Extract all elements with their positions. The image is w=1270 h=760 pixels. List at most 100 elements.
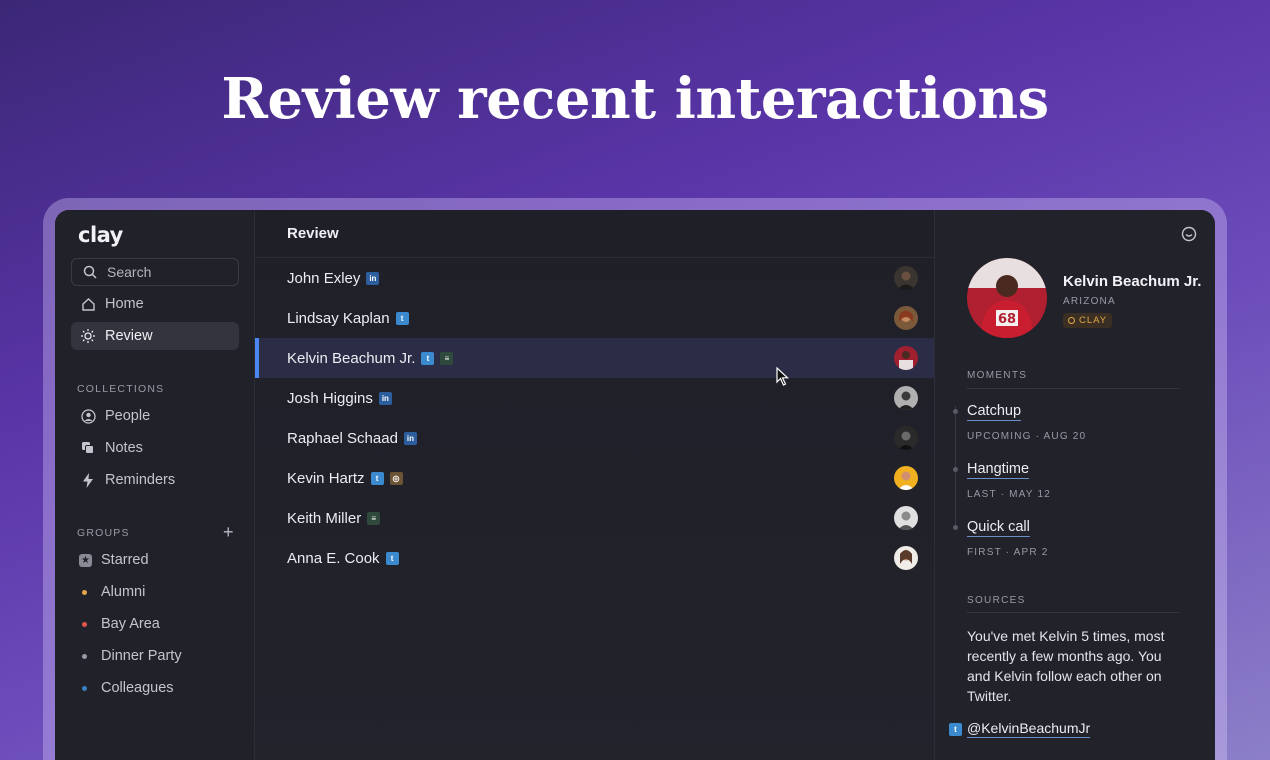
- list-item[interactable]: Keith Miller ≡: [255, 498, 934, 538]
- contact-name: Lindsay Kaplan: [287, 309, 390, 327]
- moment-link[interactable]: Catchup: [967, 403, 1022, 421]
- contact-location: ARIZONA: [1063, 296, 1116, 307]
- linkedin-icon: in: [366, 271, 380, 285]
- sidebar-item-label: Alumni: [101, 584, 146, 600]
- notes-icon: [80, 440, 96, 456]
- sidebar-item-reminders[interactable]: Reminders: [71, 466, 239, 494]
- twitter-handle-text: @KelvinBeachumJr: [967, 720, 1091, 738]
- moment-link[interactable]: Hangtime: [967, 461, 1030, 479]
- search-icon: [82, 264, 98, 280]
- sidebar-item-colleagues[interactable]: Colleagues: [71, 674, 239, 702]
- page-headline: Review recent interactions: [221, 66, 1049, 132]
- twitter-icon: t: [949, 722, 962, 736]
- collections-label: COLLECTIONS: [77, 383, 165, 395]
- moments-timeline: [955, 406, 956, 526]
- avatar: [894, 546, 918, 570]
- timeline-dot: [953, 409, 958, 414]
- sidebar-item-label: Starred: [101, 552, 149, 568]
- smile-icon[interactable]: [1179, 224, 1199, 244]
- linkedin-icon: in: [403, 431, 417, 445]
- list-item[interactable]: Raphael Schaad in: [255, 418, 934, 458]
- contact-name: Kelvin Beachum Jr.: [1063, 273, 1202, 290]
- twitter-icon: t: [421, 351, 435, 365]
- group-dot-icon: [82, 621, 87, 627]
- group-dot-icon: [82, 653, 87, 659]
- sidebar-item-label: Dinner Party: [101, 648, 182, 664]
- moments-label: MOMENTS: [967, 370, 1028, 381]
- clay-logo[interactable]: clay: [78, 223, 123, 247]
- timeline-dot: [953, 467, 958, 472]
- contact-avatar: 68: [967, 258, 1047, 338]
- avatar: [894, 426, 918, 450]
- list-item[interactable]: Josh Higgins in: [255, 378, 934, 418]
- sidebar-item-label: People: [105, 408, 151, 424]
- sidebar-item-dinner-party[interactable]: Dinner Party: [71, 642, 239, 670]
- contact-name: Kelvin Beachum Jr.: [287, 349, 416, 367]
- contact-name: John Exley: [287, 269, 361, 287]
- linkedin-icon: in: [378, 391, 392, 405]
- list-item[interactable]: John Exley in: [255, 258, 934, 298]
- avatar: [894, 466, 918, 490]
- person-icon: [80, 408, 96, 424]
- clay-tag-badge: CLAY: [1063, 313, 1113, 328]
- mouse-cursor-icon: [776, 367, 790, 386]
- search-input[interactable]: Search: [71, 258, 239, 286]
- twitter-icon: t: [395, 311, 409, 325]
- instagram-icon: ◎: [389, 471, 403, 485]
- sidebar-item-label: Reminders: [105, 472, 176, 488]
- sidebar-item-alumni[interactable]: Alumni: [71, 578, 239, 606]
- divider: [967, 612, 1180, 613]
- moment-date: UPCOMING · AUG 20: [967, 431, 1087, 442]
- sidebar-item-label: Home: [105, 296, 144, 312]
- group-dot-icon: [82, 685, 87, 691]
- database-icon: ≡: [367, 511, 381, 525]
- sidebar-item-home[interactable]: Home: [71, 290, 239, 318]
- contact-detail-panel: 68 Kelvin Beachum Jr. ARIZONA CLAY MOMEN…: [935, 210, 1215, 760]
- group-dot-icon: [82, 589, 87, 595]
- moment-link[interactable]: Quick call: [967, 519, 1030, 537]
- groups-label: GROUPS: [77, 527, 130, 539]
- avatar: [894, 306, 918, 330]
- moment-date: FIRST · APR 2: [967, 547, 1049, 558]
- star-icon: ★: [79, 553, 92, 567]
- sidebar-item-label: Bay Area: [101, 616, 160, 632]
- clay-tag-label: CLAY: [1079, 315, 1108, 326]
- divider: [967, 388, 1180, 389]
- add-group-icon[interactable]: +: [223, 523, 234, 541]
- sidebar-item-label: Review: [105, 328, 153, 344]
- sidebar-item-label: Colleagues: [101, 680, 174, 696]
- avatar: [894, 386, 918, 410]
- twitter-handle-link[interactable]: t @KelvinBeachumJr: [949, 720, 1091, 738]
- list-item[interactable]: Lindsay Kaplan t: [255, 298, 934, 338]
- contact-name: Josh Higgins: [287, 389, 373, 407]
- database-icon: ≡: [440, 351, 454, 365]
- list-item[interactable]: Anna E. Cook t: [255, 538, 934, 578]
- avatar: [894, 346, 918, 370]
- sidebar-item-review[interactable]: Review: [71, 322, 239, 350]
- svg-text:68: 68: [998, 312, 1016, 327]
- search-placeholder: Search: [107, 264, 152, 280]
- contact-name: Kevin Hartz: [287, 469, 365, 487]
- twitter-icon: t: [385, 551, 399, 565]
- avatar: [894, 506, 918, 530]
- list-item-selected[interactable]: Kelvin Beachum Jr. t ≡: [255, 338, 934, 378]
- timeline-dot: [953, 525, 958, 530]
- moment-date: LAST · MAY 12: [967, 489, 1051, 500]
- list-item[interactable]: Kevin Hartz t ◎: [255, 458, 934, 498]
- avatar: [894, 266, 918, 290]
- sources-label: SOURCES: [967, 595, 1026, 606]
- sun-icon: [80, 328, 96, 344]
- app-window: clay Search Home Review COLLECTIONS Peop…: [55, 210, 1215, 760]
- sources-summary: You've met Kelvin 5 times, most recently…: [967, 628, 1165, 704]
- sidebar-item-starred[interactable]: ★ Starred: [71, 546, 239, 574]
- bolt-icon: [80, 472, 96, 488]
- contact-name: Keith Miller: [287, 509, 362, 527]
- list-title: Review: [255, 210, 934, 258]
- sidebar-item-notes[interactable]: Notes: [71, 434, 239, 462]
- sidebar-item-bay-area[interactable]: Bay Area: [71, 610, 239, 638]
- sidebar-item-people[interactable]: People: [71, 402, 239, 430]
- contact-name: Raphael Schaad: [287, 429, 398, 447]
- sidebar-item-label: Notes: [105, 440, 143, 456]
- clay-ring-icon: [1068, 317, 1075, 324]
- contact-name: Anna E. Cook: [287, 549, 380, 567]
